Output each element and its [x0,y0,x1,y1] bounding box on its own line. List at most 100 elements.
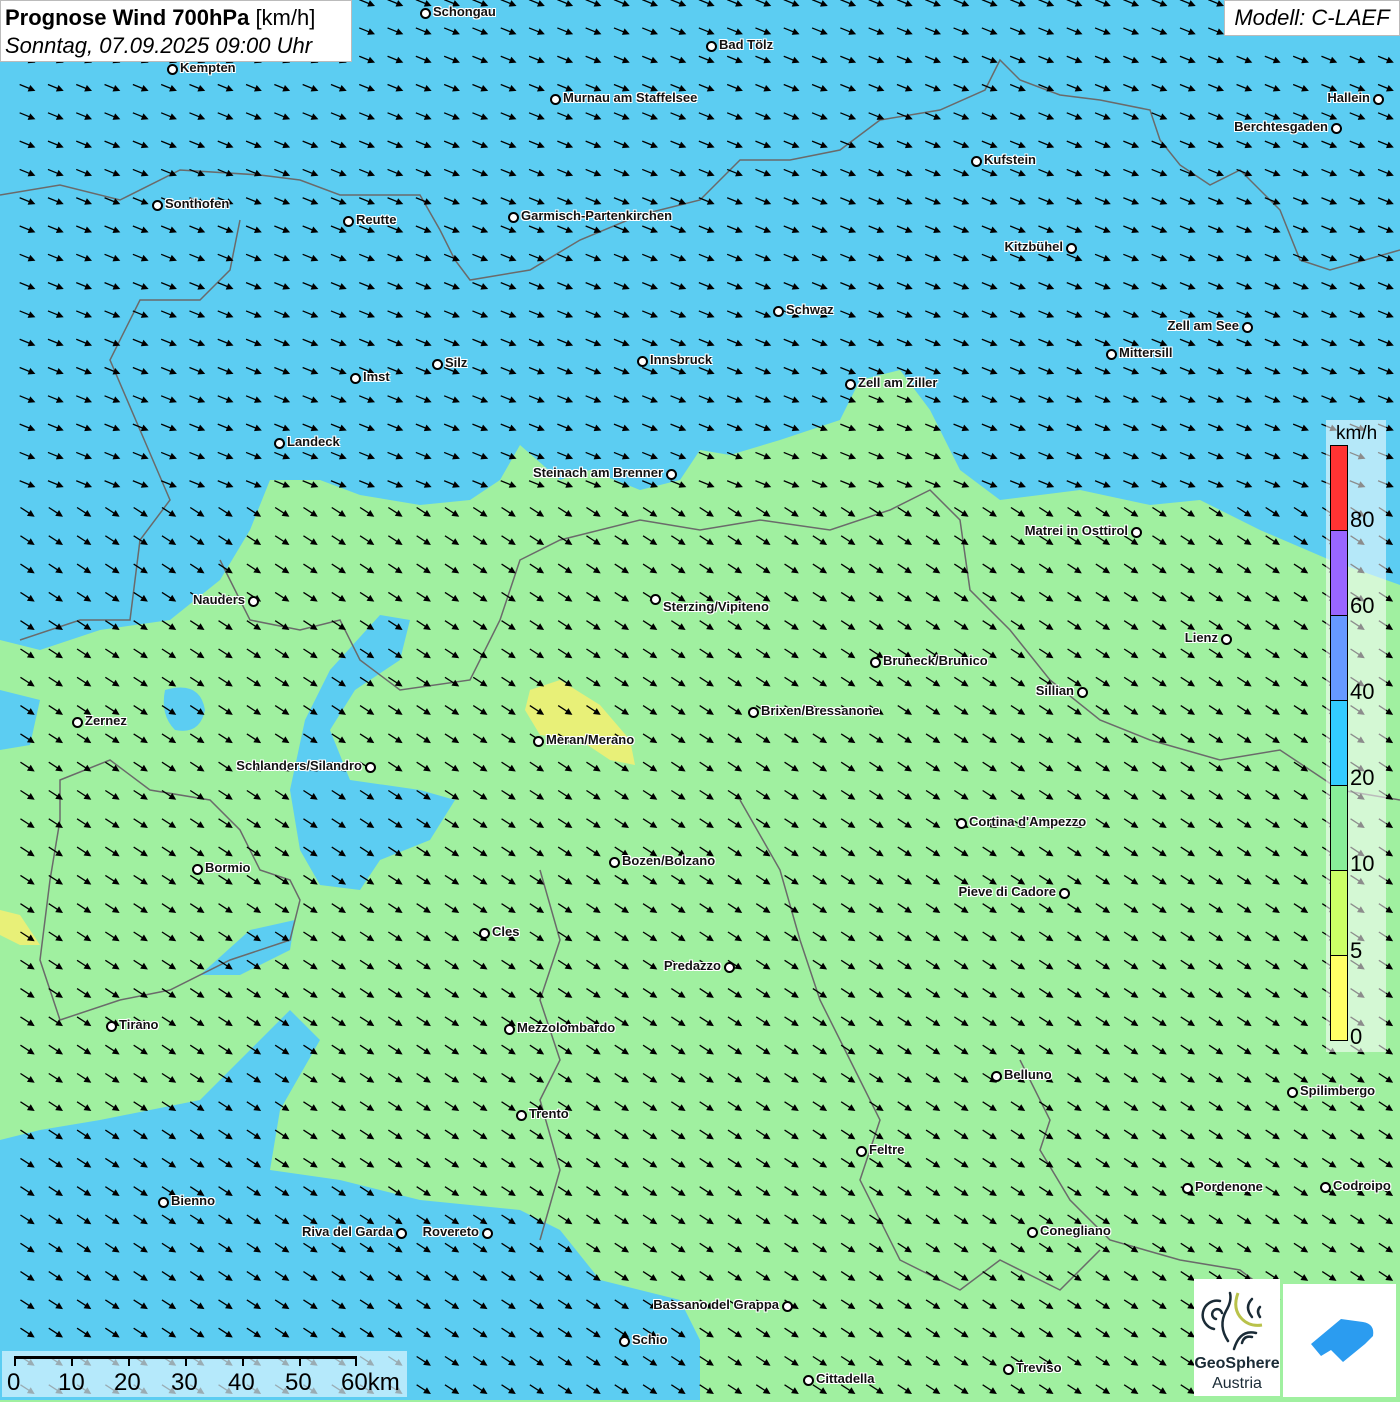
city-label: Meran/Merano [546,732,634,747]
city-label: Silz [445,355,467,370]
city-dot-icon [350,373,361,384]
city-dot-icon [748,707,759,718]
city-label: Kufstein [984,152,1036,167]
legend-tick: 20 [1350,765,1374,791]
legend-tick: 5 [1350,938,1362,964]
scale-tick [299,1356,301,1366]
city-label: Mittersill [1119,345,1172,360]
legend-color-segment [1330,445,1348,531]
city-dot-icon [650,594,661,605]
city-dot-icon [1373,94,1384,105]
city-dot-icon [479,928,490,939]
city-dot-icon [956,818,967,829]
city-label: Brixen/Bressanone [761,703,880,718]
city-dot-icon [1027,1227,1038,1238]
city-label: Kempten [180,60,236,75]
city-label: Schongau [433,4,496,19]
city-label: Conegliano [1040,1223,1111,1238]
legend-color-segment [1330,700,1348,786]
city-label: Trento [529,1106,569,1121]
city-dot-icon [508,212,519,223]
legend-color-segment [1330,530,1348,616]
legend-color-segment [1330,870,1348,956]
city-label: Schwaz [786,302,834,317]
city-dot-icon [192,864,203,875]
city-dot-icon [619,1336,630,1347]
city-label: Tirano [119,1017,159,1032]
city-dot-icon [1287,1087,1298,1098]
city-dot-icon [516,1110,527,1121]
city-dot-icon [420,8,431,19]
city-dot-icon [482,1228,493,1239]
city-label: Cles [492,924,519,939]
legend-color-segment [1330,785,1348,871]
color-legend: km/h 80 60 40 20 10 5 0 [1326,420,1386,1052]
city-dot-icon [706,41,717,52]
scale-bar: 0 10 20 30 40 50 60km [2,1351,407,1397]
city-dot-icon [803,1375,814,1386]
city-label: Bormio [205,860,251,875]
city-label: Berchtesgaden [1234,119,1328,134]
city-dot-icon [870,657,881,668]
city-dot-icon [773,306,784,317]
city-dot-icon [167,64,178,75]
city-dot-icon [550,94,561,105]
city-dot-icon [72,717,83,728]
city-label: Bad Tölz [719,37,773,52]
city-label: Murnau am Staffelsee [563,90,697,105]
city-dot-icon [971,156,982,167]
scale-tick [128,1356,130,1366]
city-dot-icon [1221,634,1232,645]
city-label: Sillian [1036,683,1074,698]
geosphere-austria-logo[interactable]: GeoSphere Austria [1194,1279,1280,1396]
city-label: Nauders [193,592,245,607]
city-dot-icon [1331,123,1342,134]
city-label: Spilimbergo [1300,1083,1375,1098]
city-label: Innsbruck [650,352,712,367]
logo-text-austria: Austria [1194,1375,1280,1393]
scale-label: 0 [7,1369,20,1397]
city-label: Reutte [356,212,396,227]
legend-tick: 80 [1350,507,1374,533]
city-dot-icon [533,736,544,747]
partner-logo[interactable] [1283,1284,1396,1397]
city-label: Landeck [287,434,340,449]
city-label: Schio [632,1332,667,1347]
city-label: Sonthofen [165,196,229,211]
logo-text-geosphere: GeoSphere [1194,1355,1280,1373]
city-label: Zell am See [1167,318,1239,333]
legend-tick: 60 [1350,593,1374,619]
scale-tick [185,1356,187,1366]
city-dot-icon [396,1228,407,1239]
city-label: Zernez [85,713,127,728]
city-dot-icon [1106,349,1117,360]
city-dot-icon [365,762,376,773]
scale-label: 60km [341,1369,400,1397]
geosphere-logo-icon [1194,1279,1280,1355]
legend-unit: km/h [1336,423,1377,445]
map-title-box: Prognose Wind 700hPa [km/h] Sonntag, 07.… [0,0,352,62]
city-label: Bozen/Bolzano [622,853,715,868]
scale-label: 30 [171,1369,198,1397]
map-title: Prognose Wind 700hPa [km/h] [5,4,347,32]
title-text: Prognose Wind 700hPa [5,5,249,30]
city-label: Imst [363,369,390,384]
scale-tick [71,1356,73,1366]
city-label: Rovereto [423,1224,479,1239]
city-dot-icon [504,1024,515,1035]
city-label: Schlanders/Silandro [236,758,362,773]
city-label: Hallein [1327,90,1370,105]
legend-colorbar [1330,446,1348,1041]
city-label: Feltre [869,1142,904,1157]
city-label: Pordenone [1195,1179,1263,1194]
city-label: Cittadella [816,1371,875,1386]
legend-tick: 40 [1350,679,1374,705]
city-dot-icon [856,1146,867,1157]
city-label: Bassano del Grappa [653,1297,779,1312]
city-label: Sterzing/Vipiteno [663,599,769,614]
city-dot-icon [845,379,856,390]
city-label: Kitzbühel [1005,239,1064,254]
city-dot-icon [152,200,163,211]
city-label: Steinach am Brenner [533,465,663,480]
city-label: Belluno [1004,1067,1052,1082]
